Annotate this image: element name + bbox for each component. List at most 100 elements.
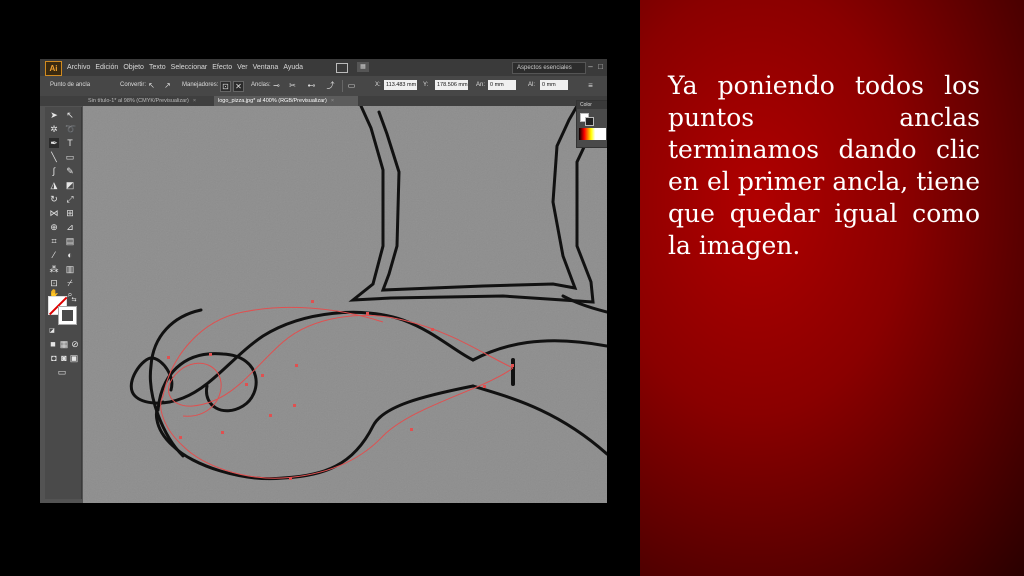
close-icon[interactable]: ✕ (606, 62, 607, 71)
slice-icon[interactable]: ⌿ (65, 278, 75, 288)
width-icon[interactable]: ⋈ (49, 208, 59, 218)
tab-label: Sin título-1* al 98% (CMYK/Previsualizar… (88, 98, 189, 104)
blend-icon[interactable]: ◐ (65, 250, 75, 260)
mesh-icon[interactable]: ⌗ (49, 236, 59, 246)
draw-inside-icon[interactable]: ▣ (69, 353, 79, 363)
symbol-sprayer-icon[interactable]: ⁂ (49, 264, 59, 274)
gradient-mode-icon[interactable]: ▦ (59, 339, 69, 349)
anchor-point[interactable] (483, 385, 486, 388)
stroke-swatch[interactable] (58, 306, 77, 325)
draw-behind-icon[interactable]: ◙ (59, 353, 69, 363)
y-label: Y: (423, 82, 429, 88)
none-mode-icon[interactable]: ⊘ (70, 339, 80, 349)
anchor-point[interactable] (431, 328, 434, 331)
magic-wand-icon[interactable]: ✲ (49, 124, 59, 134)
perspective-icon[interactable]: ⊿ (65, 222, 75, 232)
selection-icon[interactable]: ➤ (49, 110, 59, 120)
cut-path-icon[interactable]: ✂ (288, 81, 297, 90)
minimize-icon[interactable]: – (586, 62, 595, 71)
tab-close-icon[interactable]: × (331, 98, 334, 104)
anchor-point[interactable] (269, 414, 272, 417)
brush-icon[interactable]: ∫ (49, 166, 59, 176)
anchor-point[interactable] (167, 356, 170, 359)
width-field[interactable]: 0 mm (488, 80, 516, 90)
shape-builder-icon[interactable]: ⊕ (49, 222, 59, 232)
scale-icon[interactable]: ⤢ (65, 194, 75, 204)
pen-icon[interactable]: ✒ (49, 138, 59, 148)
menu-item-objeto[interactable]: Objeto (123, 59, 149, 76)
anchor-point[interactable] (209, 353, 212, 356)
menu-item-ventana[interactable]: Ventana (253, 59, 284, 76)
workspace-switcher[interactable]: Aspectos esenciales (512, 62, 586, 74)
gradient-icon[interactable]: ▤ (65, 236, 75, 246)
swap-colors-icon[interactable]: ⇆ (69, 295, 79, 305)
menu-item-texto[interactable]: Texto (149, 59, 171, 76)
anchor-point[interactable] (245, 383, 248, 386)
show-handles-icon[interactable]: ⊡ (220, 81, 231, 92)
divider (342, 80, 343, 92)
maximize-icon[interactable]: □ (596, 62, 605, 71)
tools-panel: ➤ ↖ ✲ ➰ ✒ T ╲ ▭ ∫ ✎ ◮ ◩ ↻ ⤢ ⋈ ⊞ ⊕ ⊿ ⌗ ▤ … (45, 107, 82, 499)
slide-right-panel: Ya poniendo todos los puntos anclas term… (640, 0, 1024, 576)
height-field[interactable]: 0 mm (540, 80, 568, 90)
menu-item-archivo[interactable]: Archivo (67, 59, 95, 76)
isolate-icon[interactable]: ⤴ (326, 81, 335, 90)
convert-corner-icon[interactable]: ↖ (147, 81, 156, 90)
menu-item-edici-n[interactable]: Edición (95, 59, 123, 76)
default-colors-icon[interactable]: ◪ (47, 326, 57, 336)
direct-selection-icon[interactable]: ↖ (65, 110, 75, 120)
align-icon[interactable]: ▭ (347, 81, 356, 90)
artboard-icon[interactable]: ⊡ (49, 278, 59, 288)
y-field[interactable]: 178.506 mm (435, 80, 468, 90)
draw-normal-icon[interactable]: ◘ (49, 353, 59, 363)
rotate-icon[interactable]: ↻ (49, 194, 59, 204)
main-menu: Archivo Edición Objeto Texto Seleccionar Efec… (67, 59, 308, 76)
arrange-documents-icon[interactable]: ▦ (357, 62, 369, 72)
menu-item-ver[interactable]: Ver (237, 59, 253, 76)
anchor-point[interactable] (410, 428, 413, 431)
anchor-point[interactable] (295, 364, 298, 367)
hide-handles-icon[interactable]: ✕ (233, 81, 244, 92)
anchor-point[interactable] (511, 364, 514, 367)
menu-item-seleccionar[interactable]: Seleccionar (171, 59, 213, 76)
panel-stroke-swatch[interactable] (585, 117, 594, 126)
menu-icon[interactable]: ≡ (586, 81, 595, 90)
artboard-canvas[interactable] (83, 106, 607, 503)
screen-mode-icon[interactable]: ▭ (57, 367, 67, 377)
eyedropper-icon[interactable]: ⁄ (49, 250, 59, 260)
document-tabs: Sin título-1* al 98% (CMYK/Previsualizar… (40, 96, 607, 106)
anchor-point[interactable] (179, 436, 182, 439)
menu-item-ayuda[interactable]: Ayuda (283, 59, 308, 76)
blob-brush-icon[interactable]: ◮ (49, 180, 59, 190)
type-icon[interactable]: T (65, 138, 75, 148)
menu-item-efecto[interactable]: Efecto (212, 59, 237, 76)
x-field[interactable]: 113.483 mm (384, 80, 417, 90)
rectangle-icon[interactable]: ▭ (65, 152, 75, 162)
free-transform-icon[interactable]: ⊞ (65, 208, 75, 218)
slide-caption: Ya poniendo todos los puntos anclas term… (668, 71, 980, 260)
artwork (83, 106, 607, 503)
color-mode-icon[interactable]: ■ (48, 339, 58, 349)
x-label: X: (375, 82, 381, 88)
pencil-icon[interactable]: ✎ (65, 166, 75, 176)
anchor-point[interactable] (293, 404, 296, 407)
anchor-point[interactable] (221, 431, 224, 434)
anchor-point[interactable] (311, 300, 314, 303)
bridge-icon[interactable] (336, 63, 348, 73)
connect-anchors-icon[interactable]: ⊷ (307, 81, 316, 90)
convert-smooth-icon[interactable]: ↗ (163, 81, 172, 90)
menu-bar: Ai Archivo Edición Objeto Texto Seleccionar E… (40, 59, 607, 76)
remove-anchor-icon[interactable]: ⊸ (272, 81, 281, 90)
color-spectrum[interactable] (579, 128, 606, 140)
anchor-point[interactable] (289, 477, 292, 480)
color-panel-title: Color (577, 101, 607, 109)
anchor-point[interactable] (261, 374, 264, 377)
lasso-icon[interactable]: ➰ (65, 124, 76, 134)
line-icon[interactable]: ╲ (49, 152, 59, 162)
tab-logo-pizza[interactable]: logo_pizza.jpg* al 400% (RGB/Previsualiz… (214, 96, 358, 106)
tab-sin-titulo[interactable]: Sin título-1* al 98% (CMYK/Previsualizar… (84, 96, 216, 106)
anchor-point[interactable] (366, 312, 369, 315)
graph-icon[interactable]: ▥ (65, 264, 75, 274)
tab-close-icon[interactable]: × (193, 98, 196, 104)
eraser-icon[interactable]: ◩ (65, 180, 75, 190)
